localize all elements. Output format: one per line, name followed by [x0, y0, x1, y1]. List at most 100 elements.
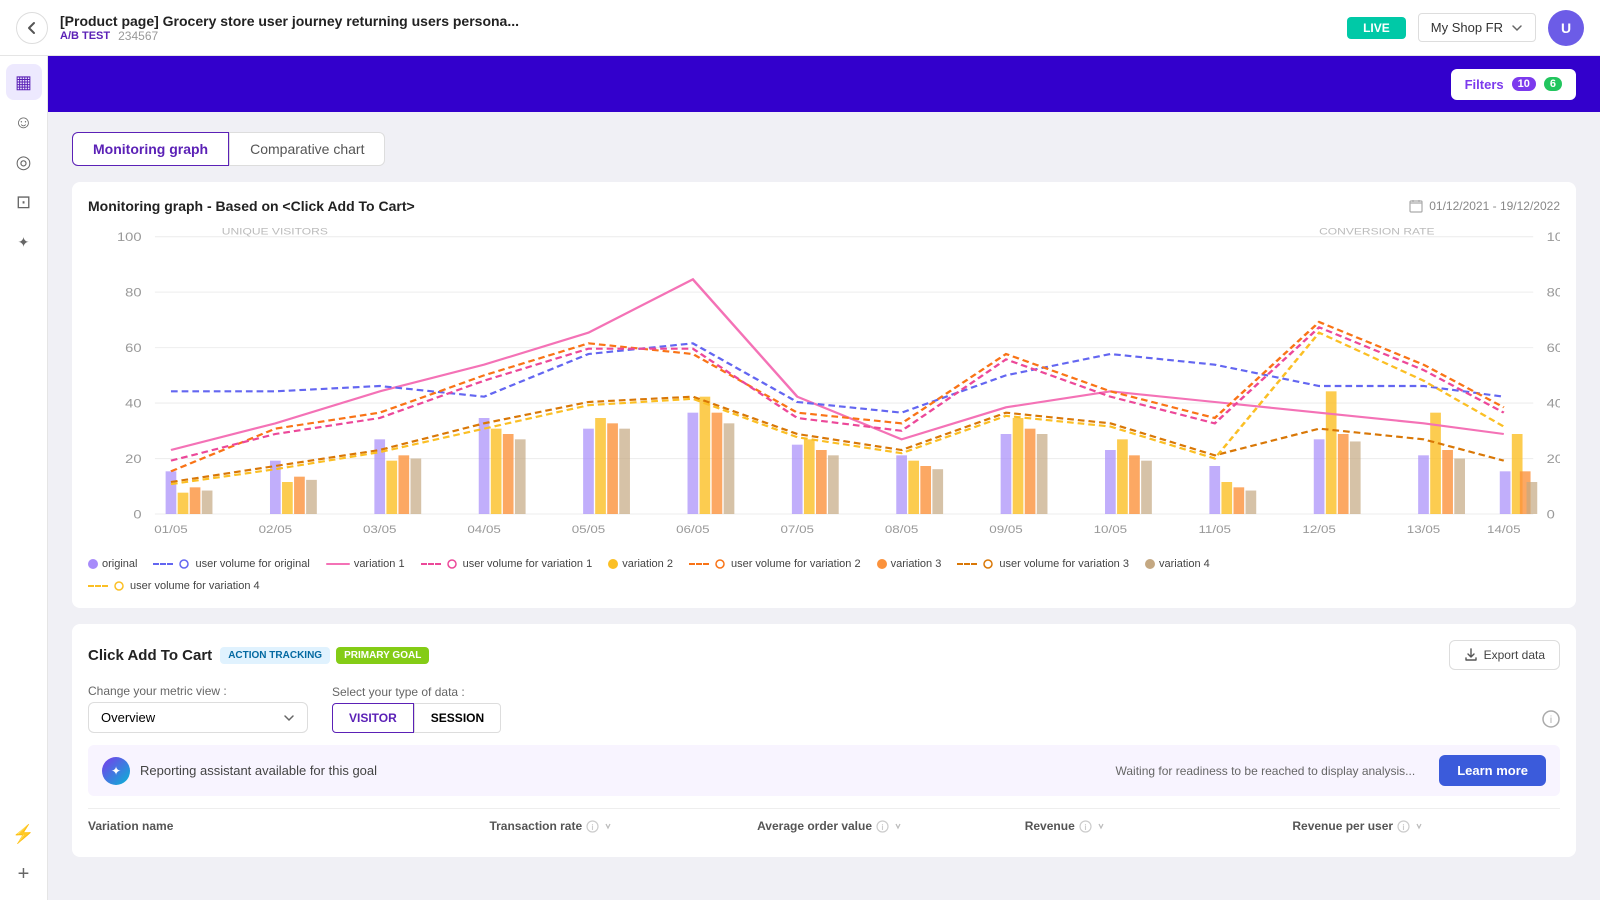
- assistant-icon: ✦: [102, 757, 130, 785]
- chart-header: Monitoring graph - Based on <Click Add T…: [88, 198, 1560, 214]
- assistant-text: Reporting assistant available for this g…: [140, 763, 377, 778]
- sidebar-icon-bolt[interactable]: ⚡: [6, 816, 42, 852]
- legend-user-vol-v3: user volume for variation 3: [957, 558, 1129, 570]
- data-type-control: Select your type of data : VISITOR SESSI…: [332, 685, 501, 733]
- info-icon[interactable]: i: [1542, 710, 1560, 728]
- svg-text:i: i: [881, 823, 883, 832]
- session-button[interactable]: SESSION: [414, 703, 501, 733]
- svg-text:i: i: [1402, 823, 1404, 832]
- svg-text:05/05: 05/05: [572, 524, 606, 536]
- sort-down-icon[interactable]: [893, 821, 903, 831]
- assistant-left: ✦ Reporting assistant available for this…: [102, 757, 377, 785]
- legend-user-vol-v2: user volume for variation 2: [689, 558, 861, 570]
- primary-goal-badge: PRIMARY GOAL: [336, 647, 429, 664]
- svg-text:100: 100: [1547, 230, 1560, 243]
- filter-count-badge: 10: [1512, 77, 1536, 91]
- tab-monitoring[interactable]: Monitoring graph: [72, 132, 229, 166]
- svg-text:13/05: 13/05: [1407, 524, 1441, 536]
- page-title: [Product page] Grocery store user journe…: [60, 13, 1347, 29]
- svg-text:07/05: 07/05: [781, 524, 815, 536]
- info-icon[interactable]: i: [586, 820, 599, 833]
- learn-more-button[interactable]: Learn more: [1439, 755, 1546, 786]
- th-transaction-rate: Transaction rate i: [489, 819, 757, 833]
- filters-button[interactable]: Filters 10 6: [1451, 69, 1576, 100]
- header-right: LIVE My Shop FR U: [1347, 10, 1584, 46]
- tab-comparative[interactable]: Comparative chart: [229, 132, 385, 166]
- sort-down-icon[interactable]: [1414, 821, 1424, 831]
- data-type-buttons: VISITOR SESSION: [332, 703, 501, 733]
- legend-variation2: variation 2: [608, 558, 673, 570]
- svg-text:08/05: 08/05: [885, 524, 919, 536]
- live-badge: LIVE: [1347, 17, 1406, 39]
- sidebar: ▦ ☺ ◎ ⊡ ✦ ⚡ +: [0, 56, 48, 900]
- purple-banner: Filters 10 6: [48, 56, 1600, 112]
- info-icon[interactable]: i: [876, 820, 889, 833]
- legend-variation3: variation 3: [877, 558, 942, 570]
- visitor-button[interactable]: VISITOR: [332, 703, 414, 733]
- goal-title: Click Add To Cart: [88, 647, 212, 664]
- th-avg-order-value: Average order value i: [757, 819, 1025, 833]
- top-header: [Product page] Grocery store user journe…: [0, 0, 1600, 56]
- assistant-bar: ✦ Reporting assistant available for this…: [88, 745, 1560, 796]
- svg-text:10/05: 10/05: [1094, 524, 1128, 536]
- svg-text:i: i: [1550, 715, 1552, 726]
- chart-title: Monitoring graph - Based on <Click Add T…: [88, 198, 415, 214]
- svg-text:0: 0: [1547, 508, 1555, 521]
- svg-text:100: 100: [117, 230, 142, 243]
- svg-text:03/05: 03/05: [363, 524, 397, 536]
- svg-text:20: 20: [1547, 452, 1560, 465]
- th-variation-name: Variation name: [88, 819, 489, 833]
- main-content: Monitoring graph Comparative chart Monit…: [48, 112, 1600, 900]
- sidebar-icon-layers[interactable]: ⊡: [6, 184, 42, 220]
- svg-text:60: 60: [125, 341, 141, 354]
- sidebar-icon-magic[interactable]: ✦: [6, 224, 42, 260]
- test-id: 234567: [118, 29, 158, 43]
- svg-text:11/05: 11/05: [1199, 524, 1232, 536]
- legend-variation1: variation 1: [326, 558, 405, 570]
- svg-text:0: 0: [133, 508, 141, 521]
- action-tracking-badge: ACTION TRACKING: [220, 647, 330, 664]
- legend-user-vol-original: user volume for original: [153, 558, 309, 570]
- svg-text:40: 40: [1547, 397, 1560, 410]
- user-avatar[interactable]: U: [1548, 10, 1584, 46]
- sidebar-icon-dashboard[interactable]: ▦: [6, 64, 42, 100]
- sidebar-icon-smiley[interactable]: ☺: [6, 104, 42, 140]
- table-header: Variation name Transaction rate i Averag…: [88, 808, 1560, 841]
- shop-selector[interactable]: My Shop FR: [1418, 13, 1536, 42]
- svg-text:02/05: 02/05: [259, 524, 293, 536]
- svg-text:14/05: 14/05: [1487, 524, 1521, 536]
- tabs-bar: Monitoring graph Comparative chart: [72, 132, 1576, 166]
- info-icon[interactable]: i: [1079, 820, 1092, 833]
- assistant-right: Waiting for readiness to be reached to d…: [1115, 755, 1546, 786]
- legend-user-vol-v4: user volume for variation 4: [88, 580, 1560, 592]
- metric-controls: Change your metric view : Overview Selec…: [88, 684, 1560, 733]
- export-button[interactable]: Export data: [1449, 640, 1560, 670]
- sidebar-icon-plus[interactable]: +: [6, 856, 42, 892]
- svg-text:60: 60: [1547, 341, 1560, 354]
- info-icon[interactable]: i: [1397, 820, 1410, 833]
- svg-text:80: 80: [125, 286, 141, 299]
- back-button[interactable]: [16, 12, 48, 44]
- sort-down-icon[interactable]: [603, 821, 613, 831]
- chart-legend: original user volume for original variat…: [88, 558, 1560, 592]
- sort-down-icon[interactable]: [1096, 821, 1106, 831]
- chart-canvas: 100 80 60 40 20 0 100 80 60 40 20 0: [88, 226, 1560, 546]
- metric-view-label: Change your metric view :: [88, 684, 308, 698]
- goal-header: Click Add To Cart ACTION TRACKING PRIMAR…: [88, 640, 1560, 670]
- filter-active-badge: 6: [1544, 77, 1562, 91]
- waiting-text: Waiting for readiness to be reached to d…: [1115, 764, 1415, 778]
- sidebar-icon-target[interactable]: ◎: [6, 144, 42, 180]
- metric-view-control: Change your metric view : Overview: [88, 684, 308, 733]
- main-layout: ▦ ☺ ◎ ⊡ ✦ ⚡ + Filters 10 6 Monitoring gr…: [0, 56, 1600, 900]
- content-area: Filters 10 6 Monitoring graph Comparativ…: [48, 56, 1600, 900]
- ab-test-badge: A/B TEST: [60, 30, 110, 42]
- metric-select[interactable]: Overview: [88, 702, 308, 733]
- svg-text:40: 40: [125, 397, 141, 410]
- svg-text:04/05: 04/05: [467, 524, 501, 536]
- goal-section: Click Add To Cart ACTION TRACKING PRIMAR…: [72, 624, 1576, 857]
- th-revenue: Revenue i: [1025, 819, 1293, 833]
- th-revenue-per-user: Revenue per user i: [1292, 819, 1560, 833]
- chart-section: Monitoring graph - Based on <Click Add T…: [72, 182, 1576, 608]
- export-label: Export data: [1484, 648, 1545, 662]
- svg-text:06/05: 06/05: [676, 524, 710, 536]
